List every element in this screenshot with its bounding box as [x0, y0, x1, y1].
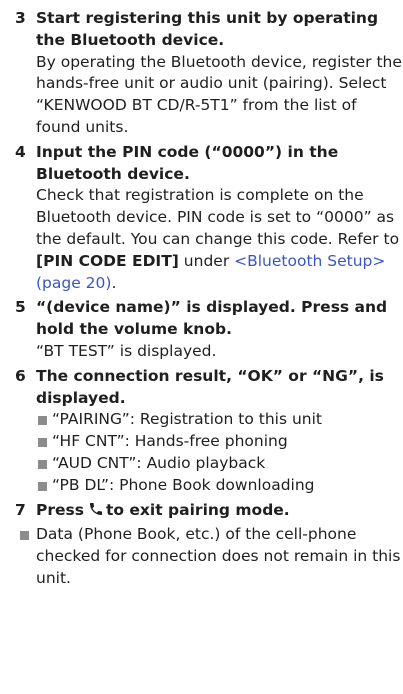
list-item: “PB DL”: Phone Book downloading [36, 475, 403, 497]
square-bullet-icon [38, 438, 47, 448]
note: Data (Phone Book, etc.) of the cell-phon… [18, 524, 403, 589]
step-body-text: Check that registration is complete on t… [36, 186, 400, 248]
step-number: 7 [15, 500, 26, 519]
list-item-text: “AUD CNT”: Audio playback [52, 453, 266, 472]
step-title-text: to exit pairing mode. [105, 500, 290, 519]
step-title-text: Press [36, 500, 84, 519]
note-text: Data (Phone Book, etc.) of the cell-phon… [36, 525, 401, 587]
step-body-text: under [178, 251, 235, 270]
step-body-text: . [111, 273, 117, 292]
list-item: “PAIRING”: Registration to this unit [36, 409, 403, 431]
step-4: 4 Input the PIN code (“0000”) in the Blu… [15, 142, 403, 295]
square-bullet-icon [38, 459, 47, 469]
step-body: Check that registration is complete on t… [36, 185, 403, 294]
step-body: By operating the Bluetooth device, regis… [36, 52, 402, 136]
step-number: 5 [15, 298, 26, 317]
step-5: 5 “(device name)” is displayed. Press an… [15, 297, 403, 362]
step-7: 7 Press to exit pairing mode. [15, 500, 403, 522]
step-number: 3 [15, 9, 26, 27]
square-bullet-icon [38, 416, 47, 426]
step-number: 4 [15, 142, 26, 161]
phone-icon [89, 502, 102, 515]
list-item-text: “PAIRING”: Registration to this unit [52, 410, 322, 429]
step-body: “BT TEST” is displayed. [36, 341, 217, 360]
step-title: Start registering this unit by operating… [36, 9, 379, 49]
step-3: 3 Start registering this unit by operati… [15, 8, 403, 139]
list-item-text: “HF CNT”: Hands-free phoning [52, 432, 288, 451]
step-number: 6 [15, 366, 26, 385]
square-bullet-icon [38, 481, 47, 491]
step-6: 6 The connection result, “OK” or “NG”, i… [15, 366, 403, 497]
step-title: The connection result, “OK” or “NG”, is … [36, 366, 384, 407]
list-item: “HF CNT”: Hands-free phoning [36, 431, 403, 453]
list-item-text: “PB DL”: Phone Book downloading [52, 475, 315, 494]
square-bullet-icon [20, 531, 29, 541]
step-title: “(device name)” is displayed. Press and … [36, 298, 388, 339]
step-title: Input the PIN code (“0000”) in the Bluet… [36, 142, 339, 183]
result-list: “PAIRING”: Registration to this unit “HF… [36, 409, 403, 496]
pin-code-edit-ref: [PIN CODE EDIT] [36, 251, 179, 270]
list-item: “AUD CNT”: Audio playback [36, 453, 403, 475]
step-title: Press to exit pairing mode. [36, 500, 403, 522]
manual-page: 3 Start registering this unit by operati… [0, 0, 403, 694]
